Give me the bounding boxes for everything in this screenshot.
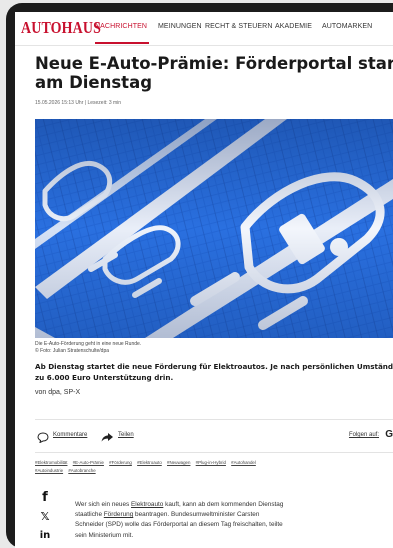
article-page: AUTOHAUS NACHRICHTEN MEINUNGEN RECHT & S… <box>15 12 393 548</box>
foerderung-link[interactable]: Förderung <box>104 511 134 518</box>
nav-item-recht-steuern[interactable]: RECHT & STEUERN <box>205 23 273 30</box>
elektroauto-link[interactable]: Elektroauto <box>131 501 163 508</box>
body-text-segment: kauft, kann ab dem kommenden Dienstag <box>163 501 284 508</box>
tag-link[interactable]: #Elektroauto <box>137 459 162 467</box>
comment-icon[interactable] <box>37 430 49 448</box>
lead-line-1: Ab Dienstag startet die neue Förderung f… <box>35 362 393 371</box>
share-arrow-icon[interactable] <box>101 430 114 448</box>
headline-line-1: Neue E-Auto-Prämie: Förderportal startet <box>35 54 393 73</box>
nav-item-nachrichten[interactable]: NACHRICHTEN <box>95 23 147 30</box>
x-icon[interactable]: 𝕏 <box>38 510 52 523</box>
share-link[interactable]: Teilen <box>118 432 134 438</box>
body-text-segment: Wer sich ein neues <box>75 501 132 508</box>
nav-item-automarken[interactable]: AUTOMARKEN <box>322 23 372 30</box>
top-navigation: AUTOHAUS NACHRICHTEN MEINUNGEN RECHT & S… <box>15 12 393 46</box>
body-text-segment: staatliche <box>75 511 104 519</box>
article-meta: 15.05.2026 15:13 Uhr | Lesezeit: 3 min <box>35 100 122 106</box>
tag-link[interactable]: #Autohandel <box>231 459 256 467</box>
ev-parking-photo <box>35 119 393 338</box>
divider-top <box>35 419 393 420</box>
article-lead: Ab Dienstag startet die neue Förderung f… <box>35 361 393 383</box>
headline-line-2: am Dienstag <box>35 73 153 92</box>
article-headline: Neue E-Auto-Prämie: Förderportal startet… <box>35 54 393 92</box>
tag-link[interactable]: #Neuwagen <box>167 459 190 467</box>
article-body: Wer sich ein neues Elektroauto kauft, ka… <box>75 500 375 541</box>
comments-link[interactable]: Kommentare <box>53 432 87 438</box>
tag-link[interactable]: #Elektromobilität <box>35 459 67 467</box>
body-text-segment: beantragen. Bundesumweltminister Carsten <box>133 511 260 519</box>
nav-item-akademie[interactable]: AKADEMIE <box>275 23 312 30</box>
body-line-3: Schneider (SPD) wolle das Förderportal a… <box>75 521 283 529</box>
tag-link[interactable]: #Plug-in-Hybrid <box>196 459 226 467</box>
body-line-4: sein Ministerium mit. <box>75 531 134 539</box>
tag-link[interactable]: #Förderung <box>109 459 132 467</box>
image-credit: © Foto: Julian Stratenschulte/dpa <box>35 348 110 354</box>
follow-link[interactable]: Folgen auf: <box>349 432 379 438</box>
active-tab-indicator <box>95 42 149 44</box>
tag-link[interactable]: #Autoindustrie <box>35 467 63 475</box>
body-line-1: Wer sich ein neues Elektroauto kauft, ka… <box>75 500 375 510</box>
hero-image[interactable] <box>35 119 393 338</box>
image-caption: Die E-Auto-Förderung geht in eine neue R… <box>35 341 142 347</box>
google-news-icon[interactable]: G <box>385 429 393 440</box>
linkedin-icon[interactable]: in <box>38 530 52 541</box>
tag-link[interactable]: #E-Auto-Prämie <box>73 459 104 467</box>
article-actions: Kommentare Teilen Folgen auf: G <box>35 429 393 444</box>
autohaus-logo[interactable]: AUTOHAUS <box>21 18 101 38</box>
nav-item-meinungen[interactable]: MEINUNGEN <box>158 23 202 30</box>
tag-list: #Elektromobilität #E-Auto-Prämie #Förder… <box>35 459 393 475</box>
byline: von dpa, SP-X <box>35 389 81 396</box>
tag-link[interactable]: #Autobranche <box>68 467 95 475</box>
body-line-2: staatliche Förderung beantragen. Bundesu… <box>75 510 375 520</box>
lead-line-2: zu 6.000 Euro Unterstützung drin. <box>35 373 174 382</box>
facebook-icon[interactable]: f <box>38 490 52 505</box>
divider-bottom <box>35 452 393 453</box>
